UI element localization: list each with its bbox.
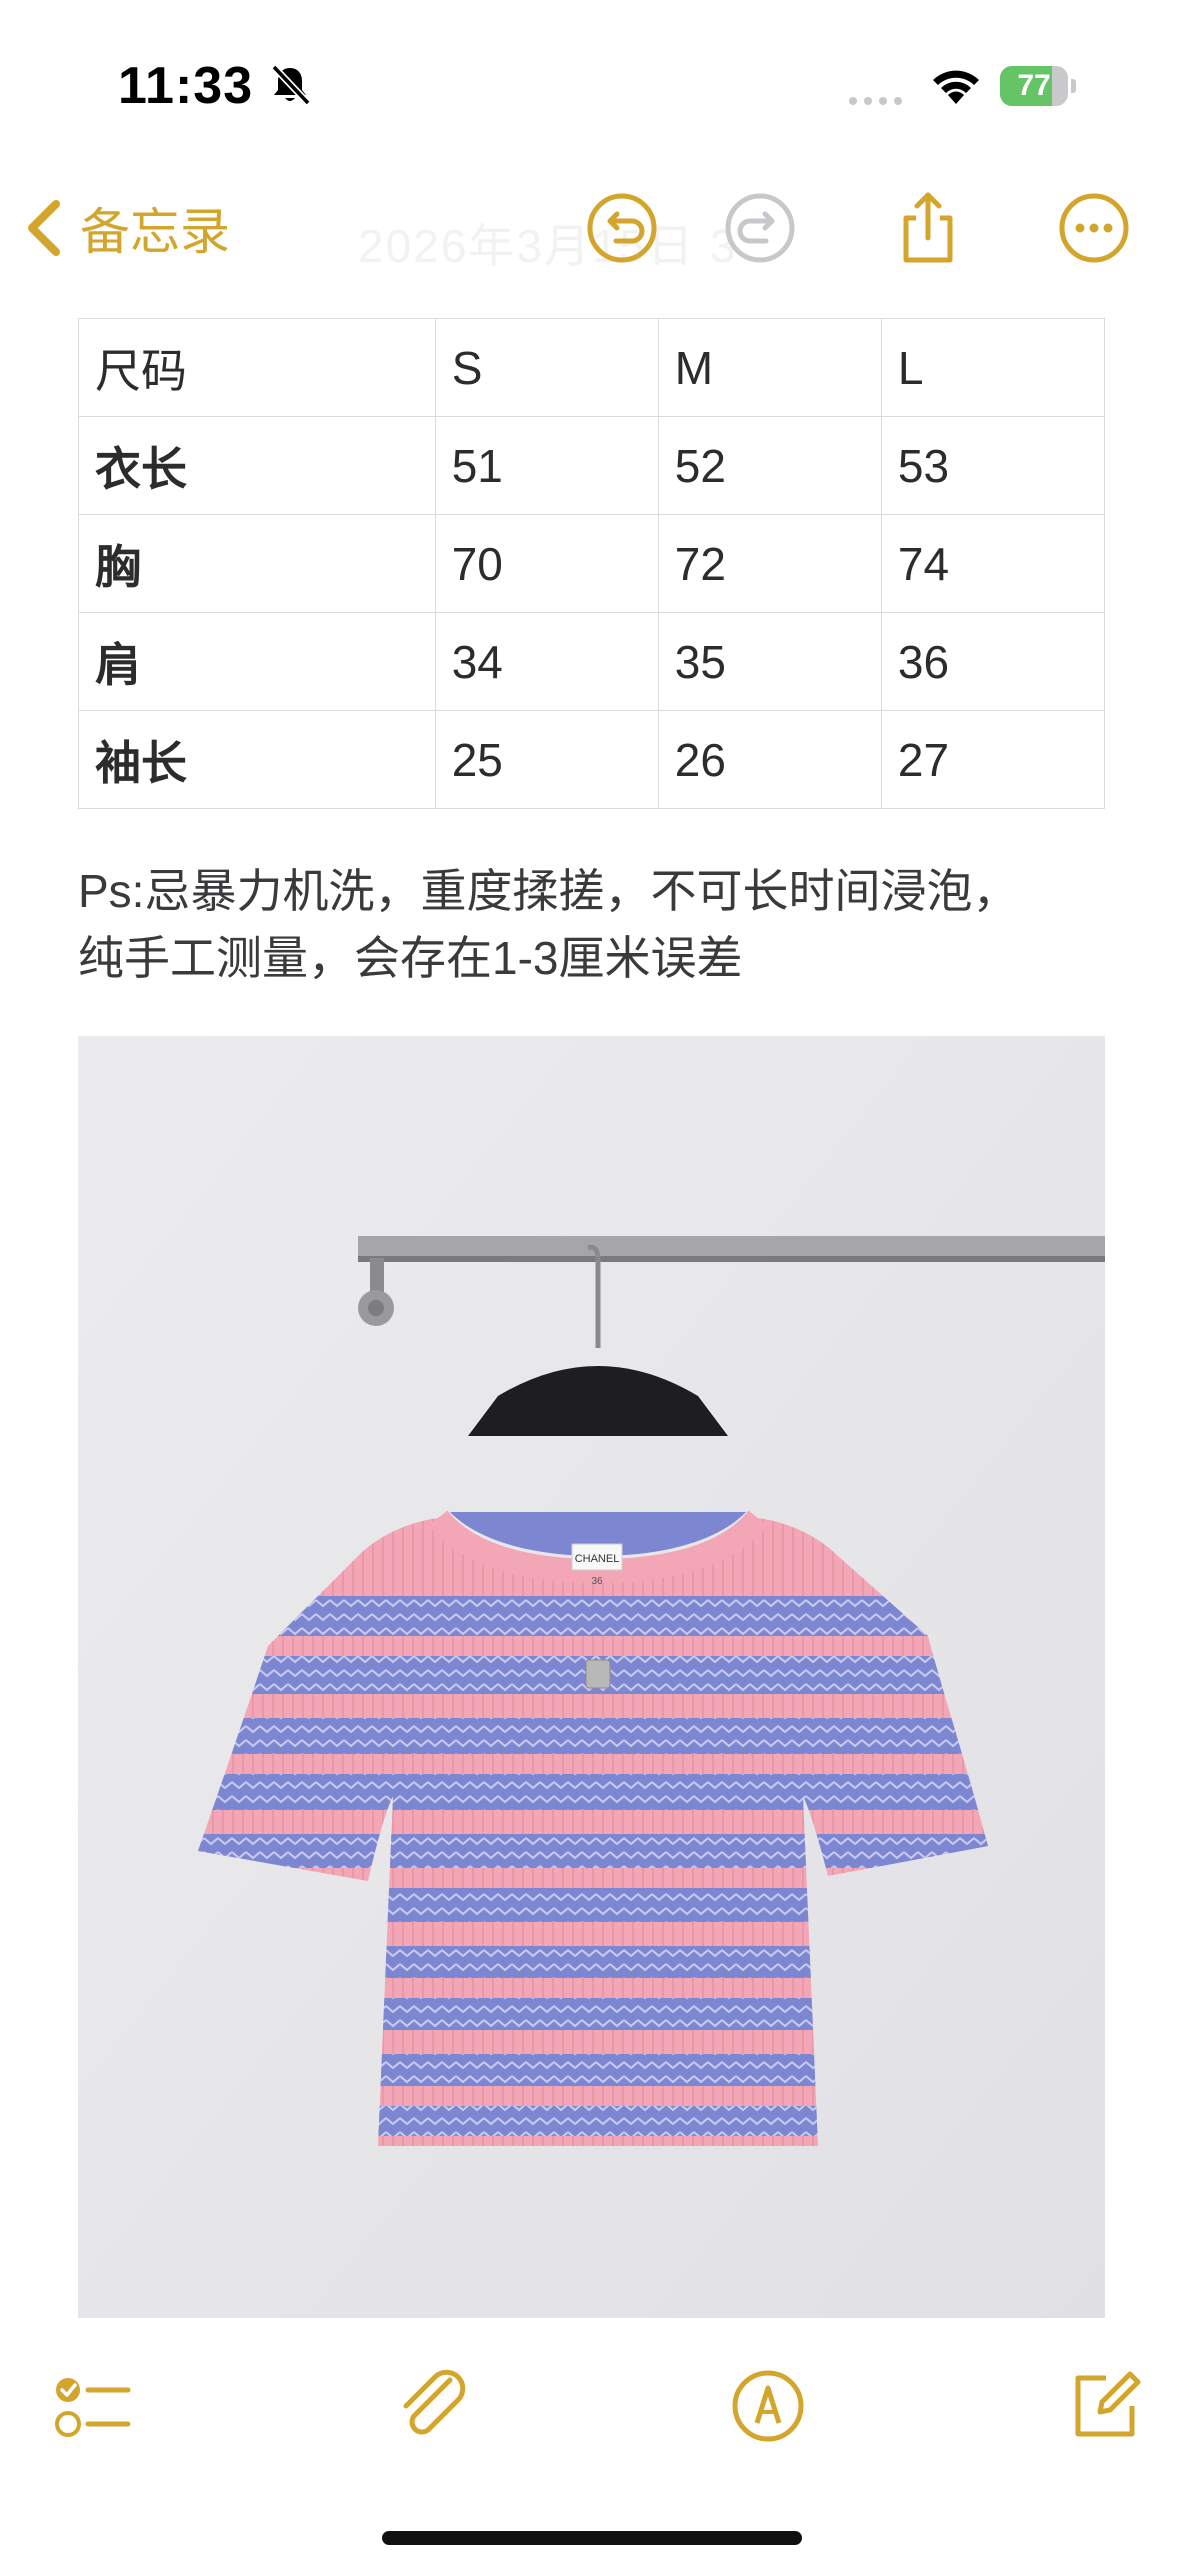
compose-icon[interactable] [1064,2366,1144,2446]
status-time: 11:33 [118,57,254,115]
home-indicator[interactable] [382,2531,802,2545]
table-header-cell: 尺码 [78,318,436,417]
redo-icon[interactable] [722,190,798,266]
nav-bar: 备忘录 2026年3月15日 3 [0,170,1179,290]
garment-size-tag: 36 [591,1576,603,1587]
back-label: 备忘录 [80,204,230,260]
bottom-toolbar [0,2340,1179,2470]
table-header-cell: S [434,318,659,417]
table-row: 衣长 51 52 53 [78,416,1106,515]
table-cell: 25 [434,710,659,809]
table-cell: 53 [880,416,1106,515]
markup-icon[interactable] [728,2366,808,2446]
chevron-left-icon [28,200,60,256]
table-header-row: 尺码 S M L [78,318,1106,417]
sweater-photo-illustration: CHANEL 36 [78,1036,1105,2318]
share-icon[interactable] [890,190,966,266]
table-row: 袖长 25 26 27 [78,710,1106,809]
wifi-icon [933,70,979,104]
table-cell: 72 [657,514,882,613]
back-button[interactable]: 备忘录 [22,188,230,268]
status-bar: 11:33 77 [0,0,1179,170]
size-table: 尺码 S M L 衣长 51 52 53 胸 70 72 74 肩 34 35 … [78,318,1106,809]
table-cell: 74 [880,514,1106,613]
table-row: 胸 70 72 74 [78,514,1106,613]
checklist-icon[interactable] [52,2366,132,2446]
bell-slash-icon [271,64,311,106]
table-header-cell: L [880,318,1106,417]
note-date-title: 2026年3月15日 3 [358,220,738,272]
sweater-stripe [198,1718,988,1754]
table-cell: 36 [880,612,1106,711]
battery-level: 77 [1017,69,1051,102]
garment-label-text: CHANEL [575,1553,620,1565]
table-cell: 52 [657,416,882,515]
paperclip-icon[interactable] [392,2366,472,2446]
table-cell: 51 [434,416,659,515]
table-row-label: 胸 [78,514,436,613]
note-line: 纯手工测量，会存在1-3厘米误差 [78,932,743,984]
battery-indicator: 77 [1000,66,1076,106]
sweater-stripe [198,1774,988,1810]
table-row-label: 肩 [78,612,436,711]
sweater-stripe [198,1834,988,1868]
table-cell: 26 [657,710,882,809]
table-cell: 70 [434,514,659,613]
table-header-cell: M [657,318,882,417]
table-cell: 34 [434,612,659,711]
more-icon[interactable] [1056,190,1132,266]
product-photo[interactable]: CHANEL 36 [78,1036,1105,2318]
cellular-dots-icon [849,97,902,105]
table-row-label: 衣长 [78,416,436,515]
undo-icon[interactable] [584,190,660,266]
table-cell: 27 [880,710,1106,809]
note-body-text[interactable]: Ps:忌暴力机洗，重度揉搓，不可长时间浸泡， 纯手工测量，会存在1-3厘米误差 [78,858,1138,992]
table-row-label: 袖长 [78,710,436,809]
table-row: 肩 34 35 36 [78,612,1106,711]
table-cell: 35 [657,612,882,711]
note-line: Ps:忌暴力机洗，重度揉搓，不可长时间浸泡， [78,865,1019,917]
